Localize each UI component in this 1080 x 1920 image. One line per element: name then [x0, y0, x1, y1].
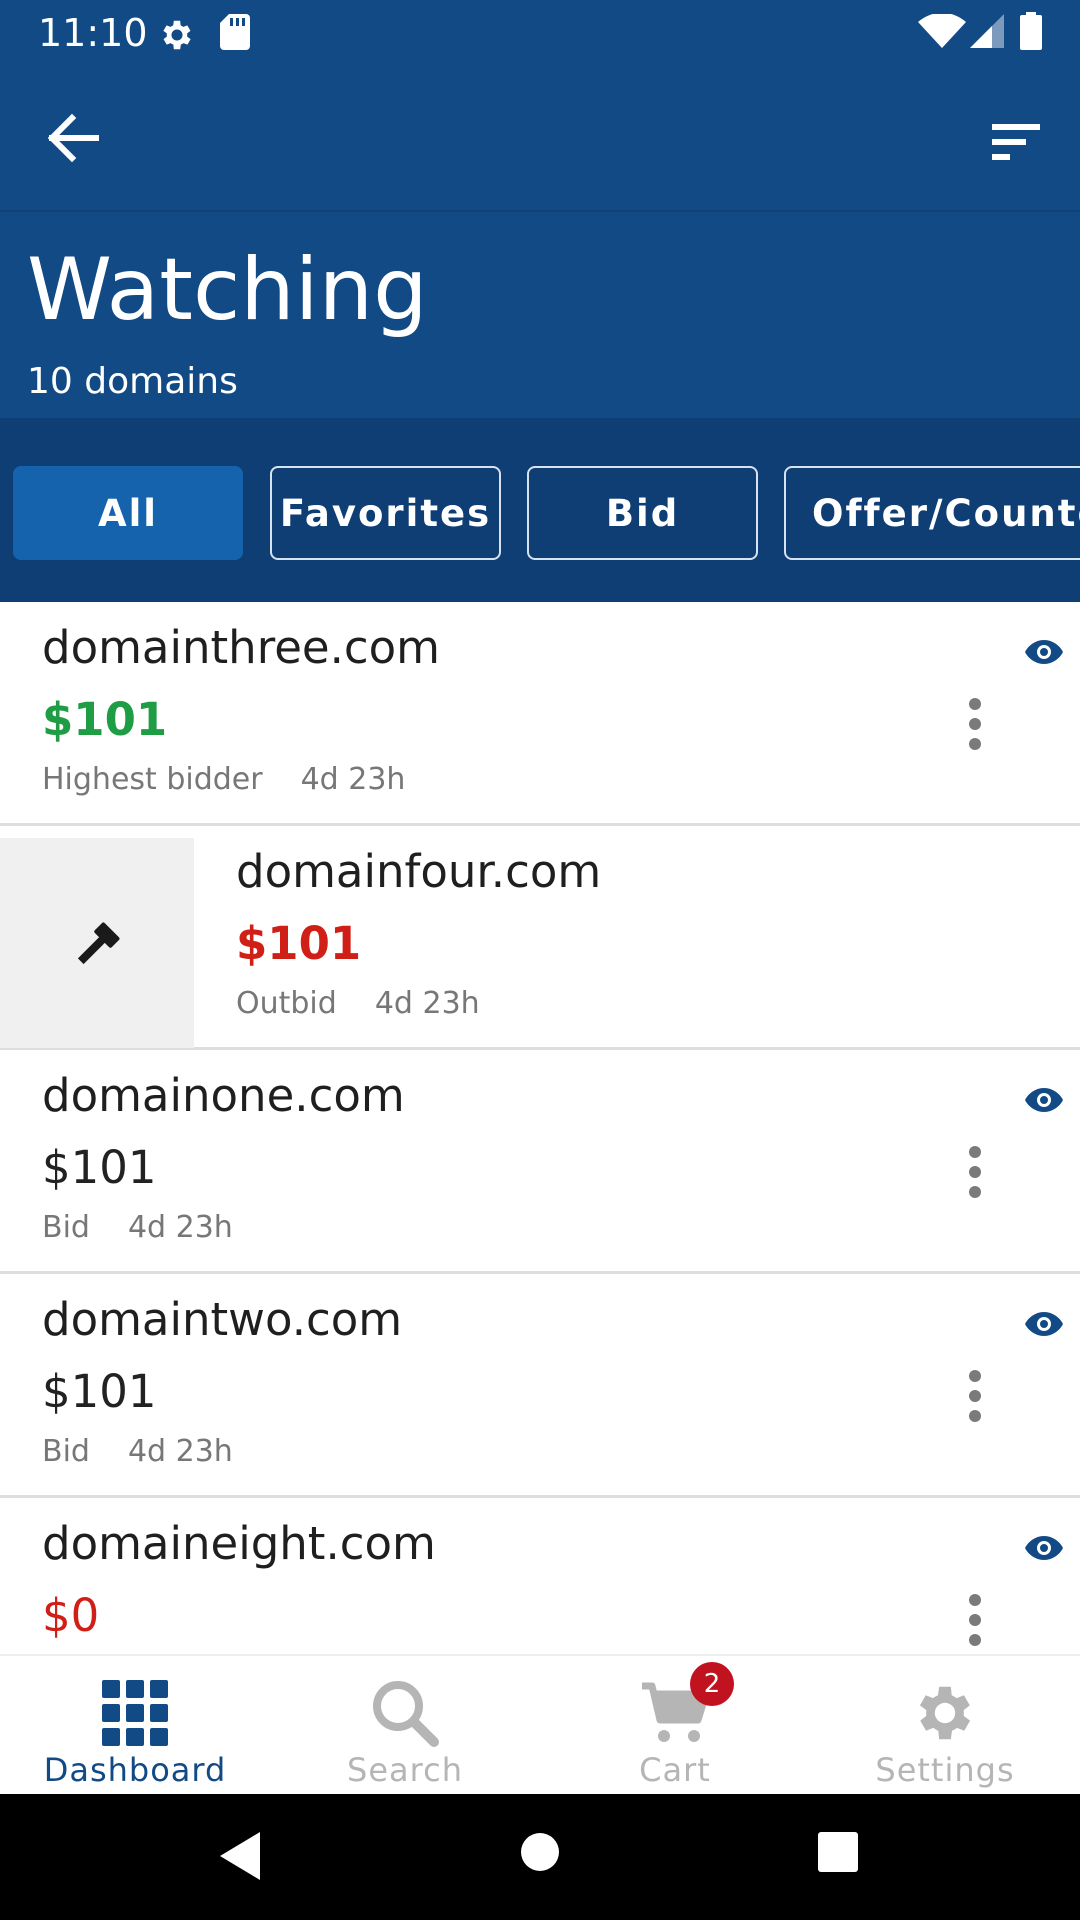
signal-icon: [970, 14, 1004, 48]
system-home-icon[interactable]: [520, 1832, 560, 1872]
time-left: 4d 23h: [300, 762, 406, 797]
time-left: 4d 23h: [127, 1210, 233, 1245]
system-back-icon[interactable]: [216, 1830, 264, 1882]
sd-card-icon: [220, 14, 250, 50]
domain-price: $101: [236, 917, 362, 970]
nav-settings[interactable]: Settings: [810, 1656, 1080, 1796]
bid-status: Highest bidder: [42, 762, 263, 797]
gear-icon: [919, 1686, 971, 1740]
search-icon: [373, 1681, 439, 1747]
sort-button[interactable]: [976, 102, 1056, 182]
nav-settings-label: Settings: [875, 1751, 1015, 1789]
filter-bid[interactable]: Bid: [527, 466, 758, 560]
cart-badge: 2: [690, 1662, 734, 1706]
domain-name: domainthree.com: [42, 621, 440, 674]
system-recents-icon[interactable]: [816, 1830, 860, 1874]
eye-icon[interactable]: [1024, 1534, 1064, 1562]
app-bar: [0, 66, 1080, 210]
page-header: Watching 10 domains: [0, 210, 1080, 418]
eye-icon[interactable]: [1024, 1086, 1064, 1114]
domain-price: $101: [42, 1365, 157, 1418]
back-button[interactable]: [36, 98, 116, 178]
bottom-navigation: Dashboard Search 2 Cart Settings: [0, 1654, 1080, 1794]
sort-icon: [992, 124, 1040, 160]
domain-name: domaintwo.com: [42, 1293, 403, 1346]
nav-dashboard-label: Dashboard: [43, 1751, 227, 1789]
list-item[interactable]: domainone.com $101 Bid 4d 23h: [0, 1050, 1080, 1274]
nav-dashboard[interactable]: Dashboard: [0, 1656, 270, 1796]
more-options-icon[interactable]: [960, 1368, 990, 1424]
domain-price: $101: [42, 693, 168, 746]
bid-status: Bid: [42, 1434, 90, 1469]
more-options-icon[interactable]: [960, 696, 990, 752]
more-options-icon[interactable]: [960, 1592, 990, 1648]
nav-cart-label: Cart: [639, 1751, 711, 1789]
time-left: 4d 23h: [374, 986, 480, 1021]
filter-offer-counter[interactable]: Offer/Counter: [784, 466, 1080, 560]
domain-name: domainone.com: [42, 1069, 405, 1122]
nav-cart[interactable]: 2 Cart: [540, 1656, 810, 1796]
settings-status-icon: [163, 20, 191, 50]
domain-list: domainthree.com $101 Highest bidder 4d 23…: [0, 602, 1080, 1654]
arrow-back-icon: [47, 113, 99, 163]
domain-price: $101: [42, 1141, 157, 1194]
system-navigation-bar: [0, 1794, 1080, 1920]
filter-bar: All Favorites Bid Offer/Counter: [0, 418, 1080, 602]
status-time: 11:10: [38, 11, 148, 55]
time-left: 4d 23h: [127, 1434, 233, 1469]
domain-name: domaineight.com: [42, 1517, 436, 1570]
eye-icon[interactable]: [1024, 638, 1064, 666]
auction-thumbnail: [0, 838, 194, 1048]
list-item[interactable]: domaintwo.com $101 Bid 4d 23h: [0, 1274, 1080, 1498]
list-item[interactable]: domainfour.com $101 Outbid 4d 23h: [0, 826, 1080, 1050]
filter-favorites[interactable]: Favorites: [270, 466, 501, 560]
dashboard-grid-icon: [102, 1680, 168, 1746]
more-options-icon[interactable]: [960, 1144, 990, 1200]
battery-icon: [1020, 12, 1042, 50]
list-item[interactable]: domainthree.com $101 Highest bidder 4d 23…: [0, 602, 1080, 826]
domain-meta: Outbid 4d 23h: [236, 984, 480, 1024]
domain-name: domainfour.com: [236, 845, 602, 898]
status-bar: 11:10: [0, 0, 1080, 66]
domain-count: 10 domains: [27, 361, 238, 402]
filter-all[interactable]: All: [13, 466, 243, 560]
wifi-icon: [918, 14, 966, 48]
nav-search[interactable]: Search: [270, 1656, 540, 1796]
bid-status: Outbid: [236, 986, 337, 1021]
nav-search-label: Search: [347, 1751, 463, 1789]
bid-status: Bid: [42, 1210, 90, 1245]
domain-meta: Highest bidder 4d 23h: [42, 760, 405, 800]
domain-meta: Bid 4d 23h: [42, 1208, 233, 1248]
gavel-icon: [77, 922, 120, 965]
page-title: Watching: [27, 240, 428, 340]
list-item[interactable]: domaineight.com $0: [0, 1498, 1080, 1654]
eye-icon[interactable]: [1024, 1310, 1064, 1338]
domain-meta: Bid 4d 23h: [42, 1432, 233, 1472]
domain-price: $0: [42, 1589, 100, 1642]
